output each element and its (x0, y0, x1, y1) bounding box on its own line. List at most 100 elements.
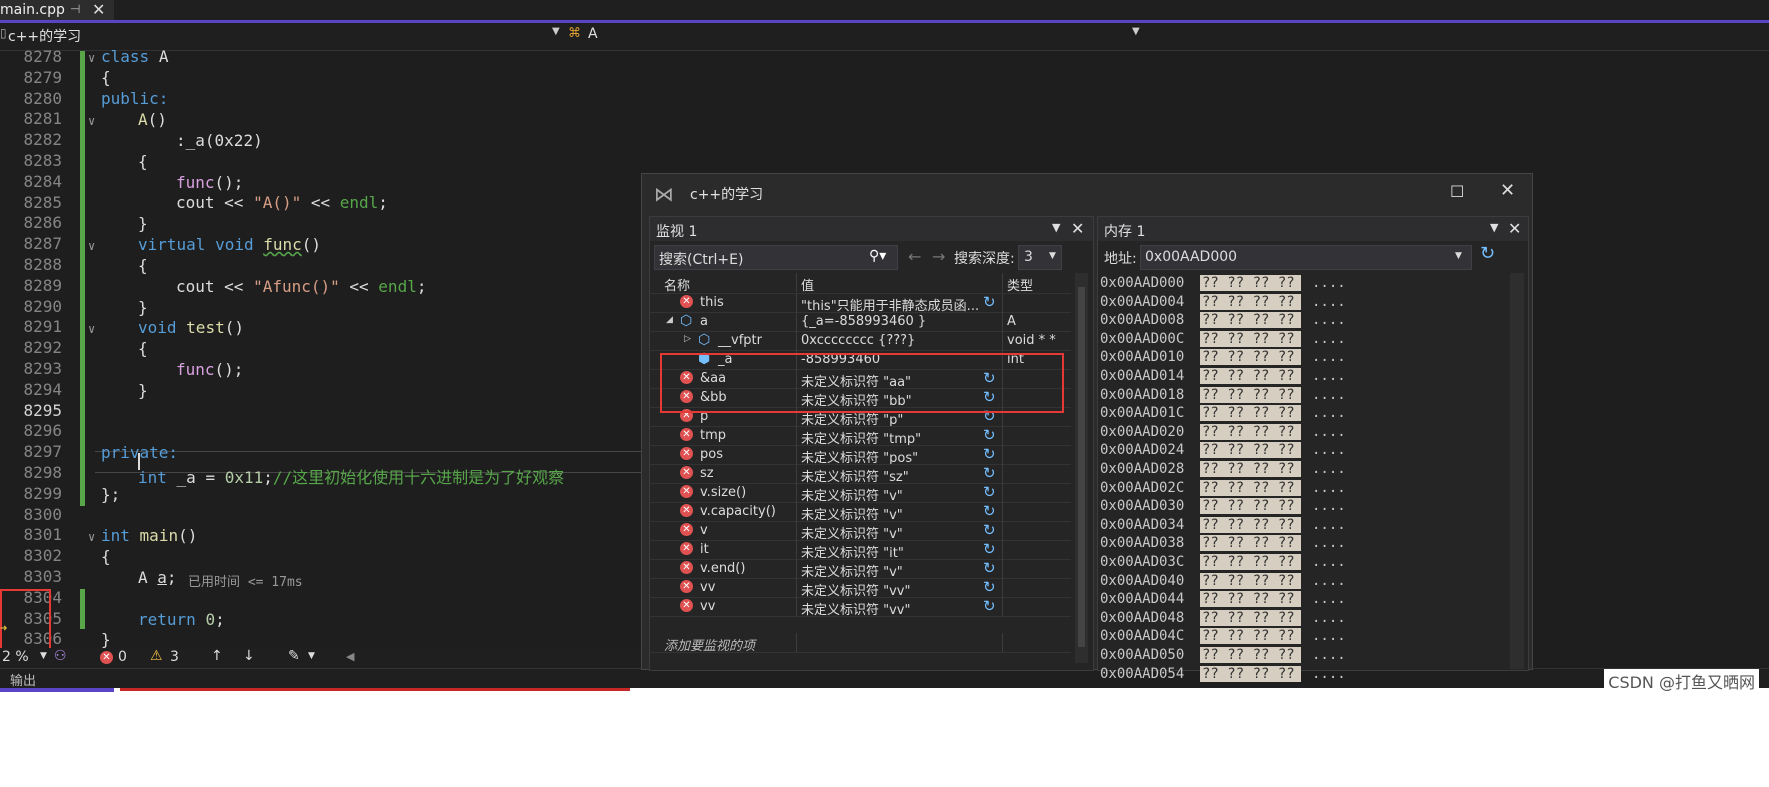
memory-hex-bytes[interactable]: ?? ?? ?? ?? (1200, 312, 1301, 329)
memory-hex-bytes[interactable]: ?? ?? ?? ?? (1200, 647, 1301, 663)
column-header-name[interactable]: 名称 (650, 273, 797, 294)
memory-scrollbar[interactable] (1510, 273, 1524, 669)
watch-name: vv (700, 599, 716, 614)
fold-toggle-icon[interactable]: ∨ (88, 239, 95, 253)
brush-icon[interactable]: ✎ (288, 648, 300, 664)
close-icon[interactable]: ✕ (1071, 219, 1084, 238)
watch-add-row[interactable]: 添加要监视的项 (650, 633, 1071, 654)
chevron-down-icon[interactable]: ▼ (1052, 221, 1060, 234)
watch-row[interactable]: ✕ v 未定义标识符 "v" ↻ (650, 521, 1071, 541)
memory-hex-bytes[interactable]: ?? ?? ?? ?? (1200, 330, 1301, 347)
error-count[interactable]: 0 (118, 649, 127, 665)
memory-hex-bytes[interactable]: ?? ?? ?? ?? (1200, 275, 1301, 291)
memory-hex-bytes[interactable]: ?? ?? ?? ?? (1200, 609, 1301, 626)
watch-row[interactable]: ✕ vv 未定义标识符 "vv" ↻ (650, 597, 1071, 617)
memory-hex-bytes[interactable]: ?? ?? ?? ?? (1200, 535, 1301, 552)
pin-icon[interactable]: ⊣ (70, 2, 80, 16)
refresh-icon[interactable]: ↻ (1480, 243, 1495, 264)
maximize-icon[interactable]: ☐ (1450, 182, 1464, 201)
memory-row: 0x00AAD054 ?? ?? ?? ??.... (1098, 665, 1508, 684)
line-number: 8283 (23, 151, 62, 170)
watch-row[interactable]: ✕ this "this"只能用于非静态成员函... ↻ (650, 293, 1071, 313)
arrow-left-icon[interactable]: ← (908, 247, 921, 266)
output-label[interactable]: 输出 (10, 670, 36, 689)
watch-row[interactable]: ✕ vv 未定义标识符 "vv" ↻ (650, 578, 1071, 598)
watch-row[interactable]: ✕ sz 未定义标识符 "sz" ↻ (650, 464, 1071, 484)
error-icon[interactable]: ✕ (100, 651, 113, 664)
search-depth-select[interactable]: 3 ▼ (1018, 245, 1062, 270)
fold-toggle-icon[interactable]: ∨ (88, 530, 95, 544)
scroll-left-icon[interactable]: ◀ (346, 650, 354, 663)
memory-hex-bytes[interactable]: ?? ?? ?? ?? (1200, 628, 1301, 645)
arrow-right-icon[interactable]: → (932, 247, 945, 266)
refresh-icon[interactable]: ↻ (983, 502, 996, 520)
copilot-icon[interactable]: ⚇ (54, 648, 67, 664)
error-icon: ✕ (680, 561, 693, 574)
zoom-level[interactable]: 2 % (2, 649, 29, 665)
fold-toggle-icon[interactable]: ∨ (88, 322, 95, 336)
watch-value: 未定义标识符 "tmp" (801, 432, 922, 445)
watch-row[interactable]: ✕ v.capacity() 未定义标识符 "v" ↻ (650, 502, 1071, 522)
chevron-down-icon[interactable]: ▼ (1490, 221, 1498, 234)
search-icon[interactable]: ⚲▾ (869, 248, 886, 264)
watch-scrollbar[interactable] (1075, 273, 1088, 663)
collapse-triangle-icon[interactable]: ◢ (666, 315, 673, 325)
expand-triangle-icon[interactable]: ▷ (684, 334, 691, 344)
watch-row[interactable]: ◢ ⬡ a {_a=-858993460 } A (650, 312, 1071, 332)
refresh-icon[interactable]: ↻ (983, 426, 996, 444)
memory-hex-bytes[interactable]: ?? ?? ?? ?? (1200, 498, 1301, 515)
watch-row[interactable]: ✕ tmp 未定义标识符 "tmp" ↻ (650, 426, 1071, 446)
arrow-up-icon[interactable]: ↑ (211, 648, 223, 664)
memory-row: 0x00AAD004 ?? ?? ?? ??.... (1098, 293, 1508, 312)
chevron-down-icon[interactable]: ▼ (40, 651, 47, 661)
tab-main-cpp[interactable]: main.cpp ⊣ ✕ (0, 0, 114, 22)
close-icon[interactable]: ✕ (92, 0, 105, 19)
memory-hex-bytes[interactable]: ?? ?? ?? ?? (1200, 386, 1301, 403)
memory-hex-bytes[interactable]: ?? ?? ?? ?? (1200, 554, 1301, 570)
refresh-icon[interactable]: ↻ (983, 559, 996, 577)
project-dropdown[interactable]: ▯ c++的学习 ▼ (0, 26, 560, 47)
refresh-icon[interactable]: ↻ (983, 293, 996, 311)
memory-hex-bytes[interactable]: ?? ?? ?? ?? (1200, 572, 1301, 589)
refresh-icon[interactable]: ↻ (983, 540, 996, 558)
memory-hex-bytes[interactable]: ?? ?? ?? ?? (1200, 591, 1301, 608)
memory-hex-bytes[interactable]: ?? ?? ?? ?? (1200, 479, 1301, 496)
close-icon[interactable]: ✕ (1508, 219, 1521, 238)
refresh-icon[interactable]: ↻ (983, 578, 996, 596)
watch-row[interactable]: ✕ v.size() 未定义标识符 "v" ↻ (650, 483, 1071, 503)
refresh-icon[interactable]: ↻ (983, 445, 996, 463)
memory-hex-bytes[interactable]: ?? ?? ?? ?? (1200, 405, 1301, 422)
memory-hex-bytes[interactable]: ?? ?? ?? ?? (1200, 423, 1301, 440)
fold-toggle-icon[interactable]: ∨ (88, 114, 95, 128)
refresh-icon[interactable]: ↻ (983, 521, 996, 539)
watch-row[interactable]: ✕ v.end() 未定义标识符 "v" ↻ (650, 559, 1071, 579)
refresh-icon[interactable]: ↻ (983, 464, 996, 482)
memory-panel-header: 内存 1 ▼ ✕ (1098, 217, 1528, 241)
warning-icon[interactable]: ⚠ (150, 648, 163, 664)
memory-hex-bytes[interactable]: ?? ?? ?? ?? (1200, 665, 1301, 682)
refresh-icon[interactable]: ↻ (983, 597, 996, 615)
scope-dropdown[interactable]: ⌘ A ▼ (566, 26, 1140, 47)
memory-hex-bytes[interactable]: ?? ?? ?? ?? (1200, 516, 1301, 533)
watch-row[interactable]: ▷ ⬡ __vfptr 0xcccccccc {???} void * * (650, 331, 1071, 351)
refresh-icon[interactable]: ↻ (983, 483, 996, 501)
memory-hex-bytes[interactable]: ?? ?? ?? ?? (1200, 293, 1301, 310)
memory-hex-bytes[interactable]: ?? ?? ?? ?? (1200, 368, 1301, 384)
column-header-type[interactable]: 类型 (1003, 273, 1071, 294)
watch-search-input[interactable]: 搜索(Ctrl+E) ⚲▾ (654, 245, 898, 270)
memory-hex-bytes[interactable]: ?? ?? ?? ?? (1200, 349, 1301, 366)
address-input[interactable]: 0x00AAD000 ▼ (1140, 245, 1472, 270)
code-editor[interactable]: 8278 8279 8280 8281 8282 8283 8284 8285 8286 8287… (0, 47, 724, 741)
close-icon[interactable]: ✕ (1500, 180, 1515, 201)
warning-count[interactable]: 3 (170, 649, 179, 665)
memory-hex-bytes[interactable]: ?? ?? ?? ?? (1200, 442, 1301, 459)
watch-row[interactable]: ✕ it 未定义标识符 "it" ↻ (650, 540, 1071, 560)
window-titlebar[interactable]: ⋈ c++的学习 ☐ ✕ (642, 174, 1532, 212)
watch-row[interactable]: ✕ pos 未定义标识符 "pos" ↻ (650, 445, 1071, 465)
fold-toggle-icon[interactable]: ∨ (88, 51, 95, 65)
arrow-down-icon[interactable]: ↓ (243, 648, 255, 664)
chevron-down-icon[interactable]: ▼ (308, 651, 315, 661)
memory-hex-bytes[interactable]: ?? ?? ?? ?? (1200, 461, 1301, 477)
add-watch-placeholder[interactable]: 添加要监视的项 (664, 635, 755, 654)
column-header-value[interactable]: 值 (797, 273, 1003, 292)
